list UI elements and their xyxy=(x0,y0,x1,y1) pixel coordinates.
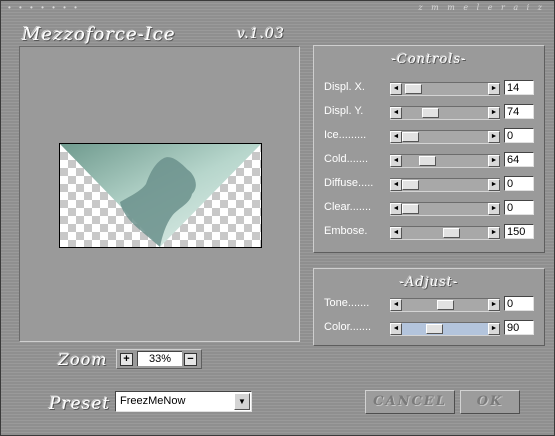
preview-image xyxy=(60,144,261,247)
arrow-left-icon[interactable]: ◄ xyxy=(390,155,402,167)
preset-label: Preset xyxy=(49,394,111,414)
slider-thumb[interactable] xyxy=(437,300,454,310)
chevron-down-icon[interactable]: ▼ xyxy=(234,393,250,410)
slider-label: Displ. X. xyxy=(324,81,365,93)
arrow-left-icon[interactable]: ◄ xyxy=(390,203,402,215)
arrow-left-icon[interactable]: ◄ xyxy=(390,299,402,311)
displ-y-slider[interactable]: ◄ ► xyxy=(390,106,500,120)
controls-heading: -Controls- xyxy=(391,52,467,67)
ok-button[interactable]: OK xyxy=(460,390,520,414)
cold-field[interactable]: 64 xyxy=(504,152,534,167)
arrow-left-icon[interactable]: ◄ xyxy=(390,323,402,335)
slider-label: Embose. xyxy=(324,225,368,237)
slider-label: Diffuse..... xyxy=(324,177,374,189)
slider-row-displ-x: Displ. X. ◄ ► 14 xyxy=(324,80,540,96)
cancel-button[interactable]: CANCEL xyxy=(365,390,455,414)
zoom-out-button[interactable]: − xyxy=(184,353,197,366)
slider-thumb[interactable] xyxy=(402,180,419,190)
slider-row-clear: Clear....... ◄ ► 0 xyxy=(324,200,540,216)
arrow-right-icon[interactable]: ► xyxy=(488,203,500,215)
slider-label: Color....... xyxy=(324,321,372,333)
arrow-right-icon[interactable]: ► xyxy=(488,155,500,167)
tone-slider[interactable]: ◄ ► xyxy=(390,298,500,312)
color-field[interactable]: 90 xyxy=(504,320,534,335)
slider-thumb[interactable] xyxy=(443,228,460,238)
preview-canvas[interactable] xyxy=(59,143,262,248)
clear-slider[interactable]: ◄ ► xyxy=(390,202,500,216)
arrow-right-icon[interactable]: ► xyxy=(488,299,500,311)
slider-label: Tone....... xyxy=(324,297,370,309)
adjust-panel: -Adjust- Tone....... ◄ ► 0 Color....... … xyxy=(313,268,545,346)
slider-label: Displ. Y. xyxy=(324,105,364,117)
slider-row-color: Color....... ◄ ► 90 xyxy=(324,320,540,336)
preset-dropdown[interactable]: FreezMeNow ▼ xyxy=(115,391,252,412)
slider-label: Ice......... xyxy=(324,129,367,141)
cold-slider[interactable]: ◄ ► xyxy=(390,154,500,168)
displ-x-slider[interactable]: ◄ ► xyxy=(390,82,500,96)
slider-thumb[interactable] xyxy=(419,156,436,166)
zoom-in-button[interactable]: + xyxy=(120,353,133,366)
tone-field[interactable]: 0 xyxy=(504,296,534,311)
preview-panel xyxy=(19,46,300,342)
arrow-right-icon[interactable]: ► xyxy=(488,227,500,239)
slider-thumb[interactable] xyxy=(405,84,422,94)
slider-row-cold: Cold....... ◄ ► 64 xyxy=(324,152,540,168)
ice-slider[interactable]: ◄ ► xyxy=(390,130,500,144)
slider-row-diffuse: Diffuse..... ◄ ► 0 xyxy=(324,176,540,192)
header-dots: • • • • • • • xyxy=(8,3,80,12)
adjust-heading: -Adjust- xyxy=(399,275,459,290)
slider-thumb[interactable] xyxy=(426,324,443,334)
author-signature: z m m e l e r a i z xyxy=(418,3,545,12)
arrow-left-icon[interactable]: ◄ xyxy=(390,227,402,239)
zoom-label: Zoom xyxy=(58,350,108,369)
arrow-right-icon[interactable]: ► xyxy=(488,179,500,191)
controls-panel: -Controls- Displ. X. ◄ ► 14 Displ. Y. ◄ … xyxy=(313,45,545,253)
version-label: v.1.03 xyxy=(237,26,285,42)
arrow-left-icon[interactable]: ◄ xyxy=(390,131,402,143)
arrow-left-icon[interactable]: ◄ xyxy=(390,107,402,119)
displ-x-field[interactable]: 14 xyxy=(504,80,534,95)
slider-row-ice: Ice......... ◄ ► 0 xyxy=(324,128,540,144)
ice-field[interactable]: 0 xyxy=(504,128,534,143)
arrow-right-icon[interactable]: ► xyxy=(488,323,500,335)
slider-row-displ-y: Displ. Y. ◄ ► 74 xyxy=(324,104,540,120)
arrow-right-icon[interactable]: ► xyxy=(488,83,500,95)
arrow-left-icon[interactable]: ◄ xyxy=(390,83,402,95)
zoom-control: + 33% − xyxy=(116,349,202,369)
arrow-right-icon[interactable]: ► xyxy=(488,107,500,119)
embose-field[interactable]: 150 xyxy=(504,224,534,239)
slider-label: Cold....... xyxy=(324,153,369,165)
plugin-title: Mezzoforce-Ice xyxy=(22,24,176,45)
diffuse-slider[interactable]: ◄ ► xyxy=(390,178,500,192)
clear-field[interactable]: 0 xyxy=(504,200,534,215)
arrow-right-icon[interactable]: ► xyxy=(488,131,500,143)
displ-y-field[interactable]: 74 xyxy=(504,104,534,119)
slider-label: Clear....... xyxy=(324,201,372,213)
slider-thumb[interactable] xyxy=(402,204,419,214)
slider-thumb[interactable] xyxy=(422,108,439,118)
embose-slider[interactable]: ◄ ► xyxy=(390,226,500,240)
preset-selected-value: FreezMeNow xyxy=(120,395,186,407)
zoom-value: 33% xyxy=(137,351,182,366)
slider-thumb[interactable] xyxy=(402,132,419,142)
slider-row-tone: Tone....... ◄ ► 0 xyxy=(324,296,540,312)
slider-row-embose: Embose. ◄ ► 150 xyxy=(324,224,540,240)
color-slider[interactable]: ◄ ► xyxy=(390,322,500,336)
diffuse-field[interactable]: 0 xyxy=(504,176,534,191)
arrow-left-icon[interactable]: ◄ xyxy=(390,179,402,191)
